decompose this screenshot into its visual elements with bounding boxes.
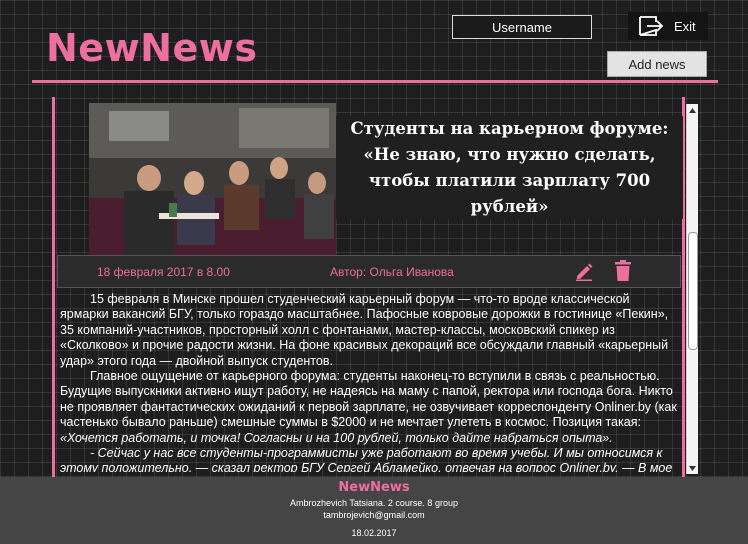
exit-button[interactable]: Exit bbox=[628, 12, 708, 40]
article-date: 18 февраля 2017 в 8.00 bbox=[97, 265, 230, 279]
article-title-box: Студенты на карьерном форуме: «Не знаю, … bbox=[336, 116, 683, 219]
scroll-up-icon[interactable] bbox=[687, 104, 698, 116]
scroll-down-icon[interactable] bbox=[687, 462, 698, 474]
footer: NewNews Ambrozhevich Tatsiana. 2 course.… bbox=[0, 477, 748, 544]
scrollbar-thumb[interactable] bbox=[688, 232, 698, 350]
article-paragraph: 15 февраля в Минске прошел студенческий … bbox=[60, 292, 669, 368]
article-author: Автор: Ольга Иванова bbox=[330, 265, 454, 279]
exit-icon bbox=[639, 16, 664, 36]
delete-icon[interactable] bbox=[614, 260, 632, 282]
footer-logo: NewNews bbox=[338, 480, 410, 495]
footer-date: 18.02.2017 bbox=[351, 528, 397, 538]
article-meta-bar: 18 февраля 2017 в 8.00 Автор: Ольга Иван… bbox=[57, 255, 681, 288]
feed-left-border bbox=[52, 97, 55, 477]
username-display[interactable]: Username bbox=[452, 15, 592, 39]
add-news-button[interactable]: Add news bbox=[607, 51, 707, 77]
exit-label: Exit bbox=[674, 18, 696, 34]
header-divider bbox=[32, 80, 718, 83]
footer-email: tambrojevich@gmail.com bbox=[323, 510, 425, 520]
article-body: 15 февраля в Минске прошел студенческий … bbox=[60, 292, 680, 472]
footer-author: Ambrozhevich Tatsiana. 2 course. 8 group bbox=[290, 498, 458, 508]
article-photo bbox=[89, 103, 336, 255]
site-logo[interactable]: NewNews bbox=[46, 26, 257, 70]
article-quote: - Сейчас у нас все студенты-программисты… bbox=[60, 446, 673, 472]
article-title[interactable]: Студенты на карьерном форуме: «Не знаю, … bbox=[336, 116, 683, 220]
feed-scrollbar[interactable] bbox=[686, 104, 698, 474]
article-paragraph: Главное ощущение от карьерного форума: с… bbox=[60, 369, 677, 430]
edit-icon[interactable] bbox=[574, 261, 594, 281]
article-quote: «Хочется работать, и точка! Согласны и н… bbox=[60, 430, 613, 445]
